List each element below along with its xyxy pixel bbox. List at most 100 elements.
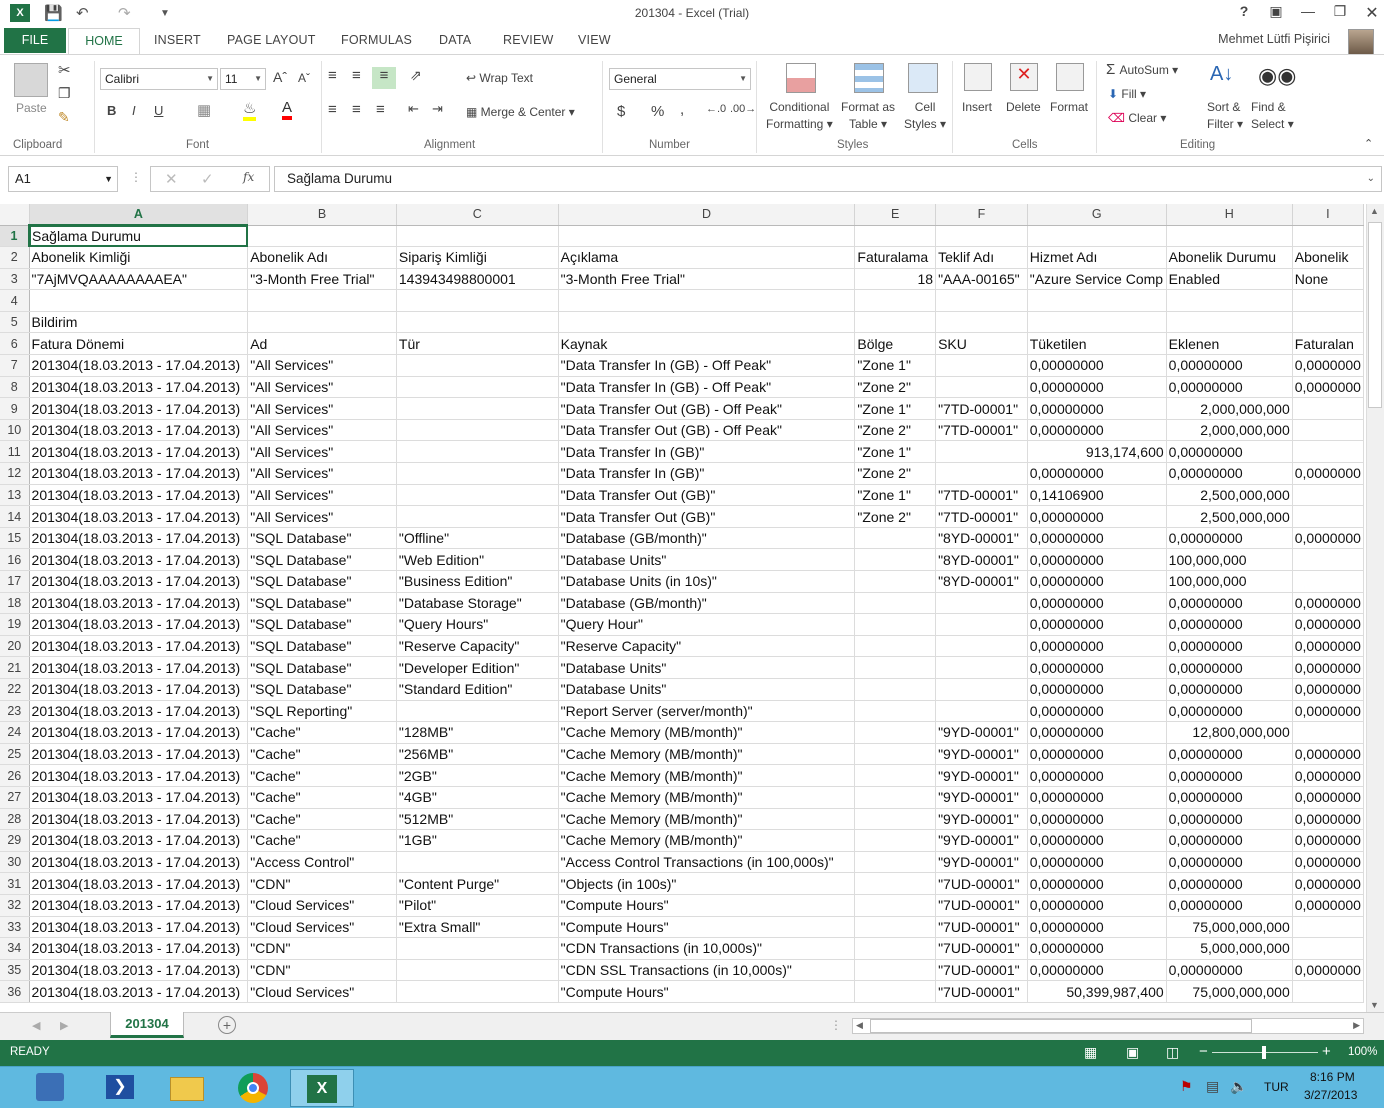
cell-b17[interactable]: "SQL Database" [247, 570, 397, 593]
cell-g15[interactable]: 0,00000000 [1027, 527, 1167, 550]
minimize-icon[interactable]: — [1296, 3, 1320, 19]
cell-f22[interactable] [935, 678, 1028, 701]
cell-f32[interactable]: "7UD-00001" [935, 894, 1028, 917]
cell-d33[interactable]: "Compute Hours" [558, 916, 856, 939]
row-header[interactable]: 10 [0, 419, 30, 442]
horizontal-scroll-thumb[interactable] [870, 1019, 1252, 1033]
cell-f18[interactable] [935, 592, 1028, 615]
cell-d1[interactable] [558, 225, 856, 248]
decrease-decimal-icon[interactable]: .00→ [730, 103, 756, 115]
cell-i33[interactable] [1292, 916, 1364, 939]
cell-c15[interactable]: "Offline" [396, 527, 559, 550]
insert-function-icon[interactable]: fx [243, 170, 254, 184]
cell-h26[interactable]: 0,00000000 [1166, 764, 1293, 787]
cell-a7[interactable]: 201304(18.03.2013 - 17.04.2013) [29, 354, 249, 377]
cell-a26[interactable]: 201304(18.03.2013 - 17.04.2013) [29, 764, 249, 787]
cell-i14[interactable] [1292, 505, 1364, 528]
input-language[interactable]: TUR [1264, 1080, 1289, 1094]
cell-c30[interactable] [396, 851, 559, 874]
cell-c13[interactable] [396, 484, 559, 507]
cell-f10[interactable]: "7TD-00001" [935, 419, 1028, 442]
fill-button[interactable]: ⬇ Fill ▾ [1108, 87, 1146, 101]
user-name[interactable]: Mehmet Lütfi Pişirici [1218, 32, 1330, 46]
cell-c29[interactable]: "1GB" [396, 829, 559, 852]
row-header[interactable]: 25 [0, 743, 30, 766]
cell-f25[interactable]: "9YD-00001" [935, 743, 1028, 766]
cell-i28[interactable]: 0,0000000 [1292, 808, 1364, 831]
cell-h28[interactable]: 0,00000000 [1166, 808, 1293, 831]
borders-icon[interactable]: ▦ [197, 101, 211, 119]
delete-cells-icon[interactable]: ✕ [1010, 63, 1038, 91]
cell-d9[interactable]: "Data Transfer Out (GB) - Off Peak" [558, 397, 856, 420]
cell-a19[interactable]: 201304(18.03.2013 - 17.04.2013) [29, 613, 249, 636]
cell-f33[interactable]: "7UD-00001" [935, 916, 1028, 939]
cell-d5[interactable] [558, 311, 856, 334]
cell-c28[interactable]: "512MB" [396, 808, 559, 831]
cell-c26[interactable]: "2GB" [396, 764, 559, 787]
cell-i35[interactable]: 0,0000000 [1292, 959, 1364, 982]
cell-g10[interactable]: 0,00000000 [1027, 419, 1167, 442]
cell-c35[interactable] [396, 959, 559, 982]
cell-h11[interactable]: 0,00000000 [1166, 440, 1293, 464]
cell-i24[interactable] [1292, 721, 1364, 744]
ribbon-display-icon[interactable]: ▣ [1264, 3, 1288, 20]
cell-f23[interactable] [935, 700, 1028, 723]
cell-b29[interactable]: "Cache" [247, 829, 397, 852]
excel-taskbar-icon[interactable]: X [290, 1069, 354, 1107]
cell-e30[interactable] [854, 851, 937, 874]
network-icon[interactable]: ▤ [1206, 1078, 1219, 1095]
row-header[interactable]: 26 [0, 764, 30, 787]
cell-i21[interactable]: 0,0000000 [1292, 656, 1364, 679]
scroll-right-icon[interactable]: ▶ [1353, 1020, 1360, 1031]
row-header[interactable]: 15 [0, 527, 30, 550]
cell-d31[interactable]: "Objects (in 100s)" [558, 872, 856, 895]
collapse-ribbon-icon[interactable]: ⌃ [1364, 137, 1373, 150]
prev-sheet-icon[interactable]: ◀ [32, 1019, 40, 1032]
restore-icon[interactable]: ❐ [1328, 3, 1352, 20]
cell-i22[interactable]: 0,0000000 [1292, 678, 1364, 701]
scroll-left-icon[interactable]: ◀ [856, 1020, 863, 1031]
sort-filter-icon[interactable]: A↓ [1210, 63, 1242, 95]
cell-c1[interactable] [396, 225, 559, 248]
cell-a28[interactable]: 201304(18.03.2013 - 17.04.2013) [29, 808, 249, 831]
cell-d15[interactable]: "Database (GB/month)" [558, 527, 856, 550]
cell-d6[interactable]: Kaynak [558, 332, 856, 356]
new-sheet-icon[interactable]: + [218, 1016, 236, 1034]
row-header[interactable]: 12 [0, 462, 30, 485]
cell-i15[interactable]: 0,0000000 [1292, 527, 1364, 550]
cell-g3[interactable]: "Azure Service Comp [1027, 268, 1167, 291]
cell-g21[interactable]: 0,00000000 [1027, 656, 1167, 679]
cell-e34[interactable] [854, 937, 937, 960]
cell-b31[interactable]: "CDN" [247, 872, 397, 895]
cell-h13[interactable]: 2,500,000,000 [1166, 484, 1293, 507]
merge-center-button[interactable]: ▦ Merge & Center ▾ [466, 105, 575, 119]
cell-f28[interactable]: "9YD-00001" [935, 808, 1028, 831]
cell-d7[interactable]: "Data Transfer In (GB) - Off Peak" [558, 354, 856, 377]
cell-g6[interactable]: Tüketilen [1027, 332, 1167, 356]
cell-f19[interactable] [935, 613, 1028, 636]
cell-h6[interactable]: Eklenen [1166, 332, 1293, 356]
cell-b33[interactable]: "Cloud Services" [247, 916, 397, 939]
cell-b35[interactable]: "CDN" [247, 959, 397, 982]
cell-b15[interactable]: "SQL Database" [247, 527, 397, 550]
cell-h29[interactable]: 0,00000000 [1166, 829, 1293, 852]
cell-g36[interactable]: 50,399,987,400 [1027, 980, 1167, 1003]
cell-c21[interactable]: "Developer Edition" [396, 656, 559, 679]
cell-d25[interactable]: "Cache Memory (MB/month)" [558, 743, 856, 766]
cell-g20[interactable]: 0,00000000 [1027, 635, 1167, 658]
cell-h36[interactable]: 75,000,000,000 [1166, 980, 1293, 1003]
column-header-i[interactable]: I [1292, 204, 1364, 226]
normal-view-icon[interactable]: ▦ [1084, 1044, 1097, 1061]
row-header[interactable]: 32 [0, 894, 30, 917]
cell-e1[interactable] [854, 225, 937, 248]
cell-c2[interactable]: Sipariş Kimliği [396, 246, 559, 269]
row-header[interactable]: 23 [0, 700, 30, 723]
cell-a23[interactable]: 201304(18.03.2013 - 17.04.2013) [29, 700, 249, 723]
cell-a21[interactable]: 201304(18.03.2013 - 17.04.2013) [29, 656, 249, 679]
row-header[interactable]: 11 [0, 440, 30, 464]
cell-styles-button[interactable]: Cell Styles ▾ [904, 99, 946, 133]
cell-a24[interactable]: 201304(18.03.2013 - 17.04.2013) [29, 721, 249, 744]
tab-view[interactable]: VIEW [578, 33, 611, 47]
cell-c6[interactable]: Tür [396, 332, 559, 356]
close-icon[interactable]: ✕ [1360, 3, 1384, 23]
